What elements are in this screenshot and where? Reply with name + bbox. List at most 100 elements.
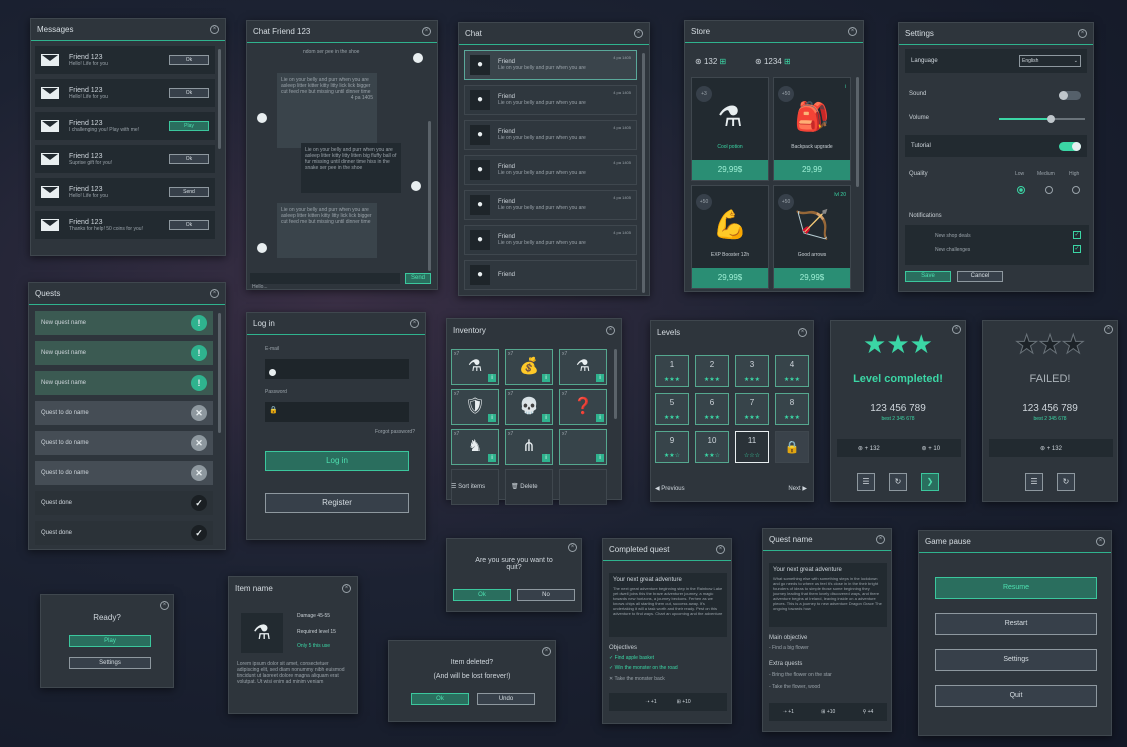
delete-button[interactable]: 🗑 Delete: [511, 483, 538, 490]
inventory-slot[interactable]: x7 ♞ i: [451, 429, 499, 465]
info-icon[interactable]: i: [596, 414, 604, 422]
inventory-slot[interactable]: x7 🛡 i: [451, 389, 499, 425]
close-icon[interactable]: ×: [210, 289, 219, 298]
play-button[interactable]: Play: [69, 635, 151, 647]
level-tile[interactable]: 7 ★★★: [735, 393, 769, 425]
no-button[interactable]: No: [517, 589, 575, 601]
ok-button[interactable]: Ok: [453, 589, 511, 601]
chat-item[interactable]: ● Friend Lie on your belly and purr when y…: [464, 120, 637, 150]
previous-button[interactable]: ◀ Previous: [655, 485, 685, 492]
close-icon[interactable]: ×: [210, 25, 219, 34]
info-icon[interactable]: i: [542, 414, 550, 422]
chat-item[interactable]: ● Friend Lie on your belly and purr when y…: [464, 50, 637, 80]
chat-item[interactable]: ● Friend Lie on your belly and purr when y…: [464, 85, 637, 115]
level-tile[interactable]: 5 ★★★: [655, 393, 689, 425]
close-icon[interactable]: ×: [542, 647, 551, 656]
sound-toggle[interactable]: [1059, 91, 1081, 100]
inventory-slot[interactable]: x7 ❓ i: [559, 389, 607, 425]
level-tile[interactable]: 8 ★★★: [775, 393, 809, 425]
scrollbar[interactable]: [218, 49, 221, 149]
store-item[interactable]: +50 🏹 lvl 20 Good arrows 29,99$: [773, 185, 851, 289]
menu-button[interactable]: ☰: [1025, 473, 1043, 491]
restart-button[interactable]: ↻: [1057, 473, 1075, 491]
close-icon[interactable]: ×: [876, 535, 885, 544]
level-tile[interactable]: 3 ★★★: [735, 355, 769, 387]
message-action-button[interactable]: Ok: [169, 220, 209, 230]
price-button[interactable]: 29,99: [774, 160, 850, 180]
close-icon[interactable]: ×: [568, 543, 577, 552]
store-item[interactable]: +3 ⚗ Cool potion 29,99$: [691, 77, 769, 181]
store-item[interactable]: +50 💪 EXP Booster 12h 29,99$: [691, 185, 769, 289]
close-icon[interactable]: ×: [716, 545, 725, 554]
inventory-slot[interactable]: x7 💀 i: [505, 389, 553, 425]
close-icon[interactable]: ×: [342, 583, 351, 593]
send-button[interactable]: Send: [405, 273, 431, 284]
info-icon[interactable]: i: [542, 454, 550, 462]
store-item[interactable]: +50 🎒 i Backpack upgrade 29,99: [773, 77, 851, 181]
settings-button[interactable]: Settings: [69, 657, 151, 669]
close-icon[interactable]: ×: [1096, 537, 1105, 546]
scrollbar[interactable]: [614, 349, 617, 419]
quality-high-radio[interactable]: [1072, 186, 1080, 194]
sort-items-button[interactable]: ☰ Sort items: [451, 483, 485, 490]
menu-button[interactable]: ☰: [857, 473, 875, 491]
save-button[interactable]: Save: [905, 271, 951, 282]
quest-item[interactable]: Quest to do name ✕: [35, 431, 213, 455]
level-tile[interactable]: 🔒: [775, 431, 809, 463]
register-button[interactable]: Register: [265, 493, 409, 513]
scrollbar[interactable]: [428, 121, 431, 271]
restart-button[interactable]: Restart: [935, 613, 1097, 635]
quest-item[interactable]: Quest done ✓: [35, 491, 213, 515]
quest-item[interactable]: Quest to do name ✕: [35, 461, 213, 485]
next-button[interactable]: Next ▶: [788, 485, 807, 492]
info-icon[interactable]: i: [488, 414, 496, 422]
level-tile[interactable]: 9 ★★☆: [655, 431, 689, 463]
resume-button[interactable]: Resume: [935, 577, 1097, 599]
close-icon[interactable]: ×: [410, 319, 419, 328]
add-coins-icon[interactable]: ⊞: [720, 57, 727, 66]
quest-item[interactable]: New quest name!: [35, 341, 213, 365]
level-tile[interactable]: 10 ★★☆: [695, 431, 729, 463]
inventory-slot[interactable]: x7 ⚗ i: [559, 349, 607, 385]
quest-item[interactable]: Quest to do name ✕: [35, 401, 213, 425]
notification-challenges-checkbox[interactable]: ✓: [1073, 245, 1081, 253]
info-icon[interactable]: i: [488, 374, 496, 382]
quest-item[interactable]: New quest name!: [35, 311, 213, 335]
inventory-slot[interactable]: x7 ⚗ i: [451, 349, 499, 385]
quest-item[interactable]: New quest name!: [35, 371, 213, 395]
inventory-slot[interactable]: [559, 469, 607, 505]
scrollbar[interactable]: [642, 53, 645, 293]
info-icon[interactable]: i: [596, 374, 604, 382]
settings-button[interactable]: Settings: [935, 649, 1097, 671]
forgot-password-link[interactable]: Forgot password?: [375, 429, 415, 435]
chat-item[interactable]: ● Friend Lie on your belly and purr when y…: [464, 155, 637, 185]
level-tile[interactable]: 1 ★★★: [655, 355, 689, 387]
level-tile[interactable]: 4 ★★★: [775, 355, 809, 387]
level-tile[interactable]: 6 ★★★: [695, 393, 729, 425]
close-icon[interactable]: ×: [848, 27, 857, 36]
language-select[interactable]: English ⌄: [1019, 55, 1081, 67]
close-icon[interactable]: ×: [606, 325, 615, 335]
restart-button[interactable]: ↻: [889, 473, 907, 491]
price-button[interactable]: 29,99$: [692, 160, 768, 180]
level-tile[interactable]: 11 ☆☆☆: [735, 431, 769, 463]
scrollbar[interactable]: [218, 313, 221, 433]
quality-medium-radio[interactable]: [1045, 186, 1053, 194]
cancel-button[interactable]: Cancel: [957, 271, 1003, 282]
password-field[interactable]: 🔒: [265, 402, 409, 422]
price-button[interactable]: 29,99$: [692, 268, 768, 288]
close-icon[interactable]: ×: [798, 327, 807, 337]
ok-button[interactable]: Ok: [411, 693, 469, 705]
message-input[interactable]: Hello...: [250, 273, 400, 290]
chat-item[interactable]: ● Friend Lie on your belly and purr when y…: [464, 190, 637, 220]
volume-slider[interactable]: [999, 115, 1085, 123]
quality-low-radio[interactable]: [1017, 186, 1025, 194]
level-tile[interactable]: 2 ★★★: [695, 355, 729, 387]
info-icon[interactable]: i: [596, 454, 604, 462]
info-icon[interactable]: i: [542, 374, 550, 382]
quest-item[interactable]: Quest done ✓: [35, 521, 213, 545]
info-icon[interactable]: i: [488, 454, 496, 462]
message-action-button[interactable]: Ok: [169, 55, 209, 65]
add-gems-icon[interactable]: ⊞: [784, 57, 791, 66]
login-button[interactable]: Log in: [265, 451, 409, 471]
